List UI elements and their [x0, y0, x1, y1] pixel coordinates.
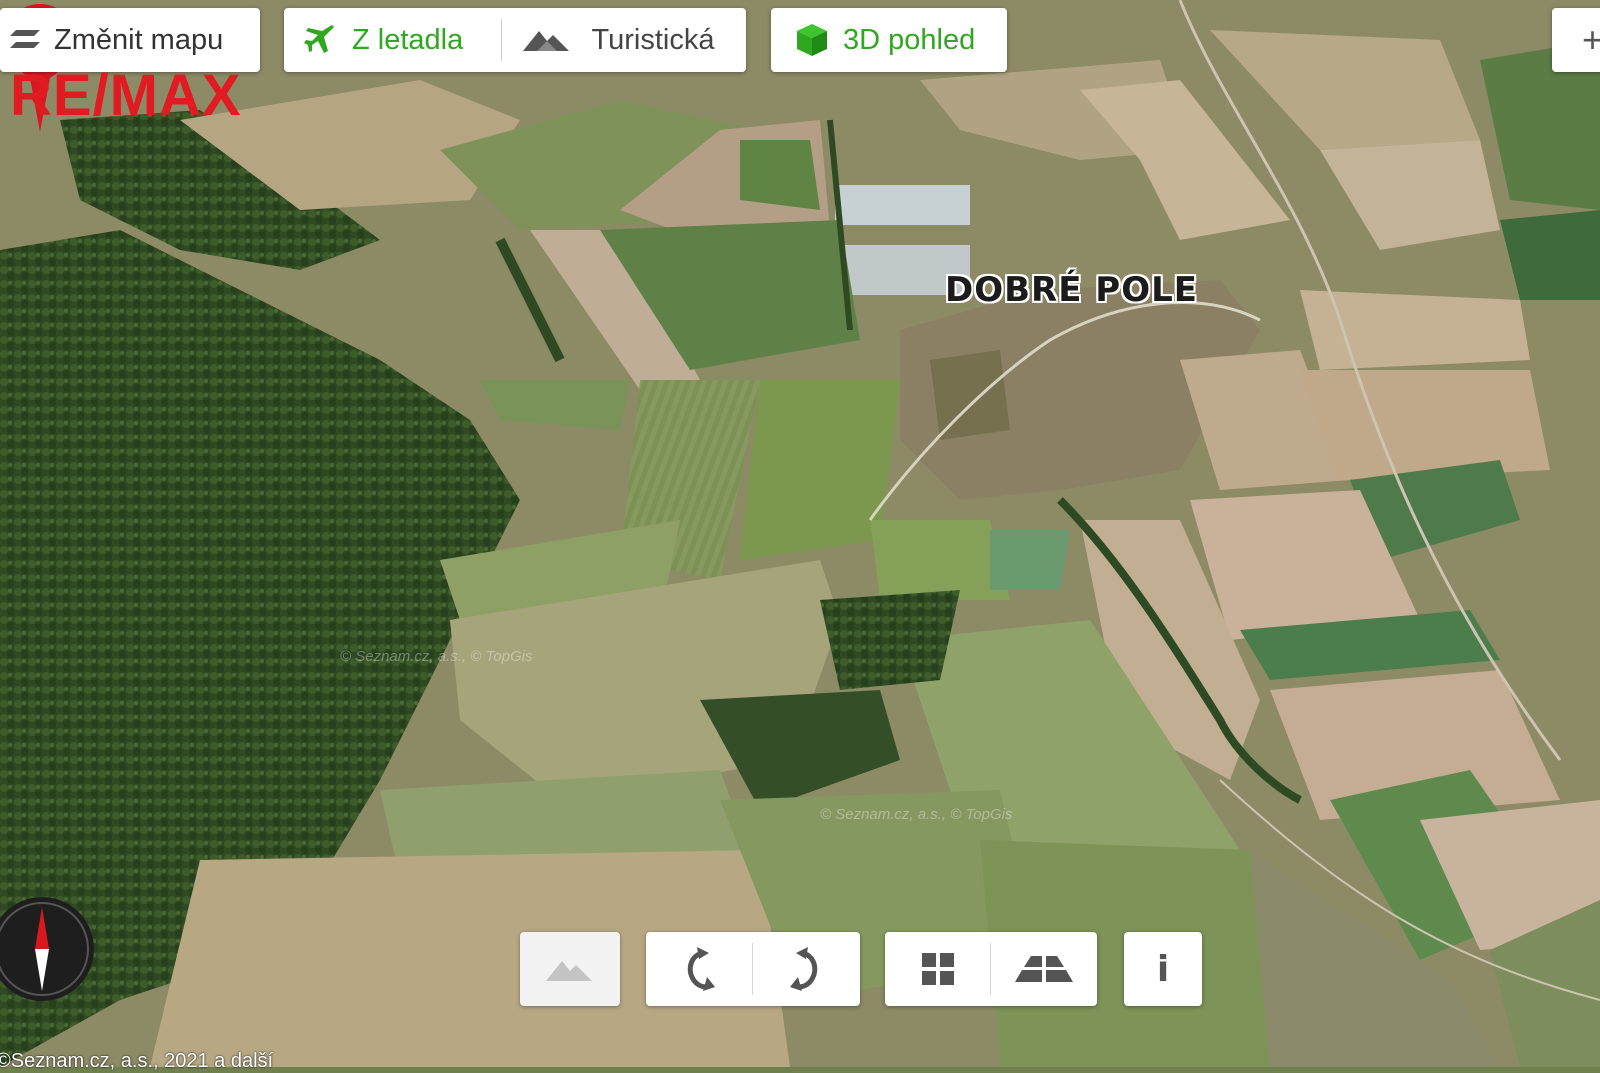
- change-map-label: Změnit mapu: [54, 23, 224, 56]
- 3d-view-label: 3D pohled: [843, 23, 976, 56]
- rotate-right-icon: [790, 947, 818, 991]
- zoom-in-button[interactable]: +: [1552, 8, 1600, 72]
- grid-view-button[interactable]: [885, 932, 990, 1006]
- 3d-view-button[interactable]: 3D pohled: [771, 8, 1007, 72]
- aerial-label: Z letadla: [352, 23, 464, 56]
- rotate-controls: [646, 932, 860, 1006]
- tourist-map-button[interactable]: Turistická: [501, 8, 746, 72]
- airplane-icon: [304, 25, 334, 53]
- map-watermark: © Seznam.cz, a.s., © TopGis: [340, 648, 533, 665]
- rotate-right-button[interactable]: [753, 932, 859, 1006]
- rotate-left-button[interactable]: [646, 932, 752, 1006]
- tourist-label: Turistická: [591, 23, 715, 56]
- layers-icon: [10, 30, 40, 48]
- tilt-view-button[interactable]: [991, 932, 1096, 1006]
- mountain-icon: [523, 31, 570, 51]
- place-label-dobre-pole: DOBRÉ POLE: [945, 270, 1198, 310]
- terrain-icon: [546, 961, 592, 981]
- remax-logo: RE/MAX: [10, 63, 242, 128]
- cube-icon: [797, 24, 827, 56]
- info-button[interactable]: i: [1124, 932, 1202, 1006]
- aerial-map-button[interactable]: Z letadla: [284, 8, 501, 72]
- view-controls: [885, 932, 1097, 1006]
- map-type-switch: Z letadla Turistická: [284, 8, 746, 72]
- map-watermark: © Seznam.cz, a.s., © TopGis: [820, 806, 1013, 823]
- aerial-map-3d[interactable]: © Seznam.cz, a.s., © TopGis © Seznam.cz,…: [0, 0, 1600, 1067]
- map-terrain: [0, 0, 1600, 1067]
- info-icon: i: [1156, 948, 1170, 990]
- zoom-in-label: +: [1582, 19, 1600, 60]
- tilt-view-icon: [1014, 956, 1073, 982]
- rotate-left-icon: [687, 947, 715, 991]
- compass-icon[interactable]: [0, 893, 100, 1003]
- terrain-button[interactable]: [520, 932, 620, 1006]
- copyright-text: ©Seznam.cz, a.s., 2021 a další: [0, 1050, 274, 1072]
- grid-view-icon: [921, 953, 954, 985]
